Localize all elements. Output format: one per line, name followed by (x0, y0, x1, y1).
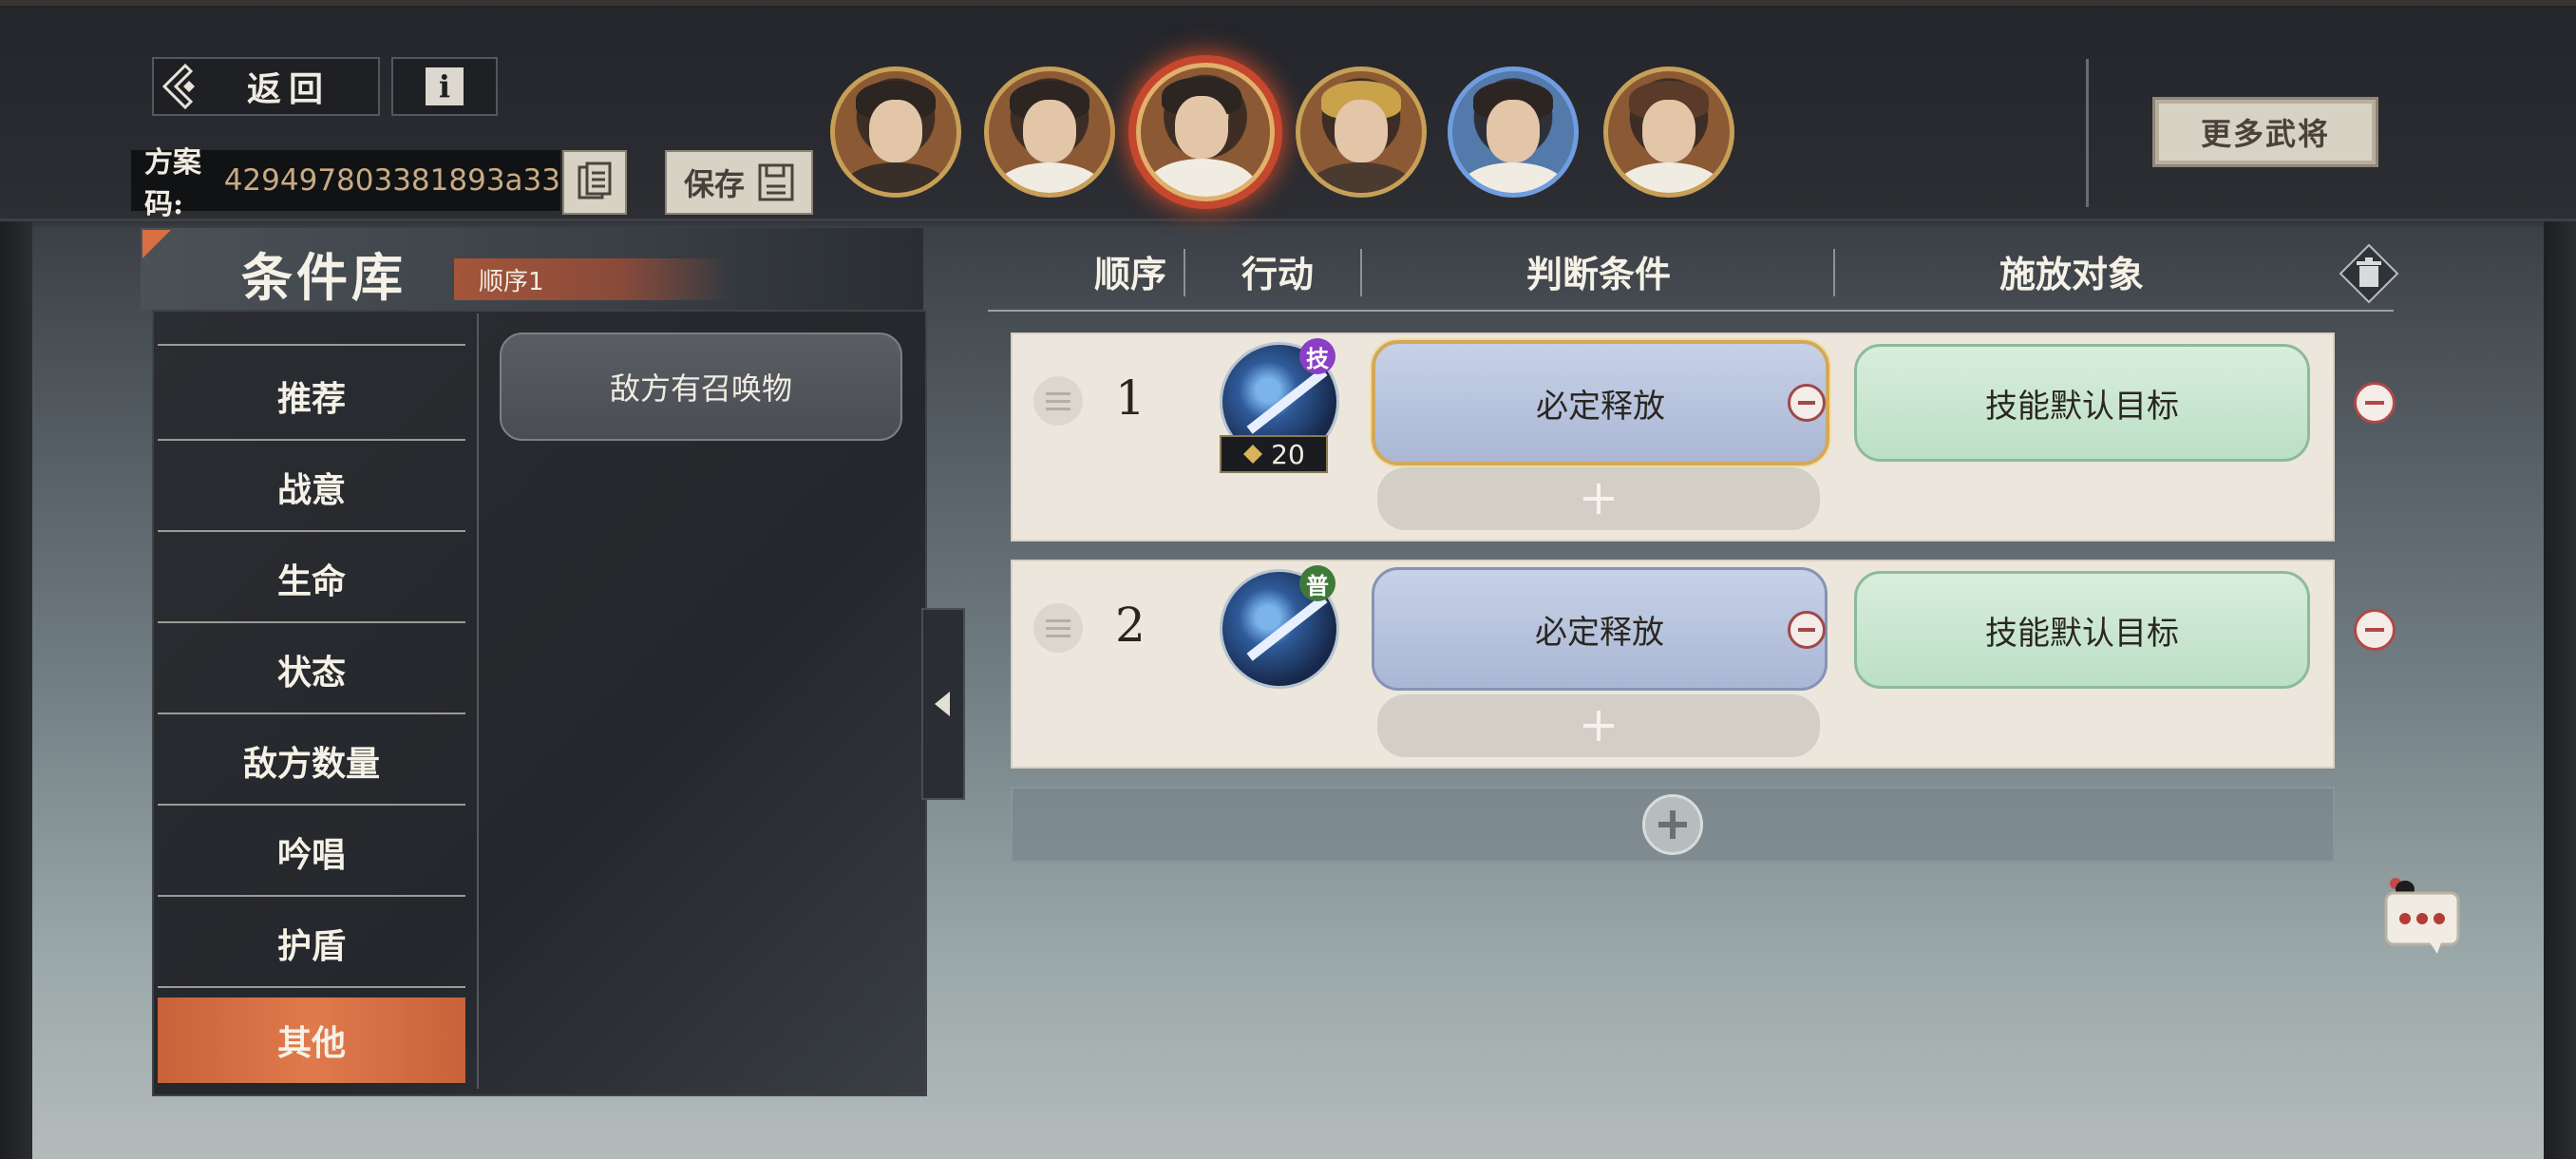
header-condition: 判断条件 (1525, 252, 1671, 295)
header-divider (2086, 59, 2089, 207)
remove-condition-button[interactable] (1788, 611, 1826, 649)
general-avatar-2[interactable] (984, 66, 1115, 198)
general-avatar-1[interactable] (830, 66, 961, 198)
category-partial (158, 314, 465, 346)
plan-code-bar: 方案码: 429497803381893a33 (131, 146, 560, 221)
order-tab: 顺序1 (454, 258, 729, 300)
corner-accent (142, 230, 171, 258)
add-condition-button[interactable] (1377, 467, 1820, 530)
plan-code-label: 方案码: (144, 146, 201, 221)
drag-handle-icon[interactable] (1033, 376, 1083, 426)
info-button[interactable]: i (391, 57, 498, 116)
add-condition-button[interactable] (1377, 694, 1820, 757)
category-shield[interactable]: 护盾 (158, 901, 465, 988)
row-order-number: 2 (1115, 598, 1146, 653)
trash-icon (2339, 243, 2399, 304)
category-separator (477, 314, 479, 1089)
remove-row-2-button[interactable] (2354, 609, 2396, 651)
copy-plan-code-button[interactable] (562, 150, 627, 215)
row-order-number: 1 (1115, 370, 1146, 426)
category-health[interactable]: 生命 (158, 536, 465, 623)
back-button[interactable]: 返回 (152, 57, 380, 116)
info-icon: i (426, 67, 464, 105)
header-target: 施放对象 (1998, 252, 2144, 295)
category-fighting-spirit[interactable]: 战意 (158, 445, 465, 532)
general-avatar-6[interactable] (1603, 66, 1734, 198)
more-generals-button[interactable]: 更多武将 (2152, 97, 2378, 167)
skill-cost-badge: 20 (1220, 435, 1328, 473)
floppy-disk-icon (758, 163, 794, 201)
header-separator (1833, 249, 1835, 296)
plus-icon (1583, 711, 1614, 741)
chat-button[interactable] (2382, 874, 2462, 956)
back-label: 返回 (247, 69, 331, 109)
save-button[interactable]: 保存 (665, 150, 813, 215)
general-avatar-5[interactable] (1448, 66, 1579, 198)
action-row-1: 1 技 20 必定释放 技能默认目标 (1011, 332, 2335, 542)
category-list[interactable]: 推荐 战意 生命 状态 敌方数量 吟唱 护盾 其他 (158, 314, 471, 1089)
caret-left-icon (935, 692, 950, 716)
plus-circle-icon (1642, 794, 1703, 855)
condition-pill-selected[interactable]: 必定释放 (1372, 340, 1829, 466)
header-separator (1360, 249, 1362, 296)
action-table-header: 顺序 行动 判断条件 施放对象 (988, 238, 2394, 312)
general-avatar-4[interactable] (1296, 66, 1427, 198)
back-arrow-icon (154, 59, 209, 114)
category-status[interactable]: 状态 (158, 627, 465, 714)
skill-type-badge: 普 (1299, 565, 1335, 601)
save-label: 保存 (683, 166, 745, 202)
header-separator (1184, 249, 1185, 296)
general-avatar-3-selected[interactable] (1136, 63, 1275, 201)
energy-icon (1243, 445, 1263, 464)
skill-cost-value: 20 (1271, 438, 1305, 470)
category-other-active[interactable]: 其他 (158, 998, 465, 1083)
chat-bubble-icon (2384, 878, 2460, 954)
collapse-panel-button[interactable] (921, 608, 965, 800)
condition-pill[interactable]: 必定释放 (1372, 567, 1828, 691)
plus-icon (1583, 484, 1614, 514)
remove-condition-button[interactable] (1788, 384, 1826, 422)
category-enemy-count[interactable]: 敌方数量 (158, 718, 465, 806)
remove-row-1-button[interactable] (2354, 382, 2396, 424)
clear-all-button[interactable] (2339, 243, 2399, 304)
more-generals-label: 更多武将 (2200, 116, 2330, 152)
skill-type-badge: 技 (1299, 338, 1335, 374)
action-row-2: 2 普 必定释放 技能默认目标 (1011, 560, 2335, 769)
target-pill[interactable]: 技能默认目标 (1854, 344, 2310, 462)
condition-enemy-has-summon[interactable]: 敌方有召唤物 (500, 332, 902, 441)
copy-document-icon (578, 162, 612, 200)
condition-library-title: 条件库 (241, 247, 407, 308)
target-pill[interactable]: 技能默认目标 (1854, 571, 2310, 689)
category-chant[interactable]: 吟唱 (158, 809, 465, 897)
drag-handle-icon[interactable] (1033, 603, 1083, 653)
category-recommend[interactable]: 推荐 (158, 353, 465, 441)
plan-code-value: 429497803381893a33 (223, 163, 560, 198)
header-action: 行动 (1241, 252, 1314, 295)
add-action-row-button[interactable] (1011, 787, 2335, 863)
